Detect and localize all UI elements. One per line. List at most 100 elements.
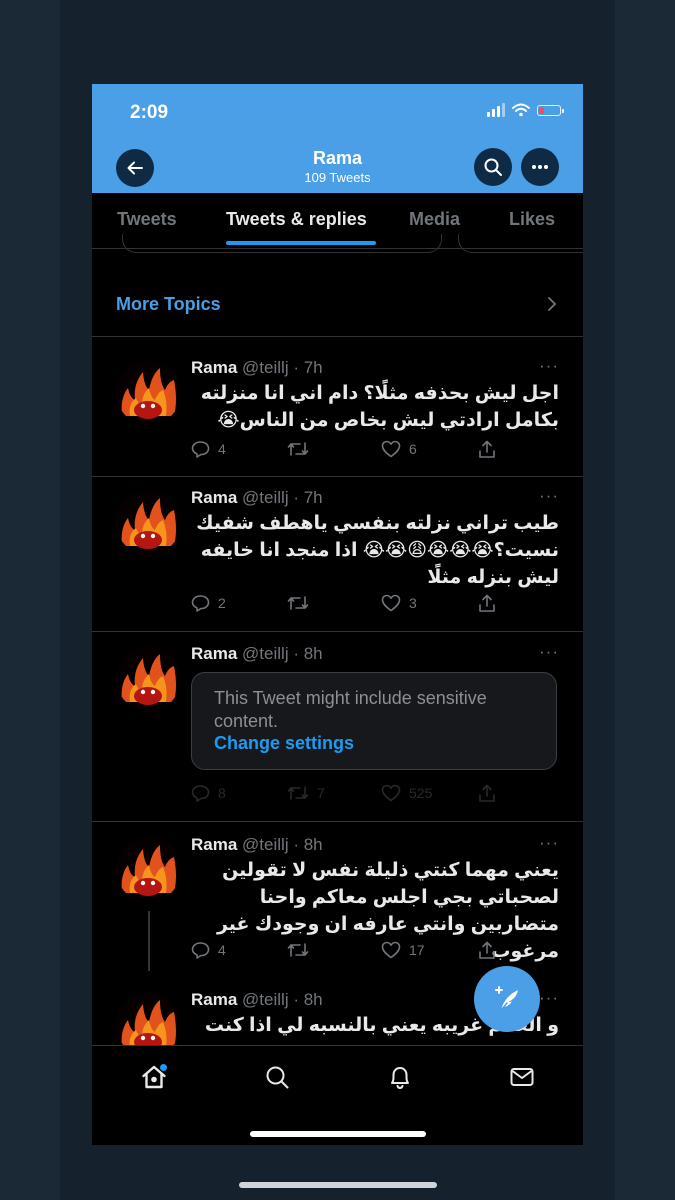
tab-tweets-and-replies[interactable]: Tweets & replies — [226, 209, 367, 230]
like-count: 17 — [409, 942, 425, 958]
tweet-author-name[interactable]: Rama — [191, 990, 237, 1009]
tab-media[interactable]: Media — [409, 209, 460, 230]
share-button[interactable] — [478, 784, 496, 803]
reply-button[interactable]: 2 — [191, 594, 226, 612]
like-button[interactable]: 3 — [381, 594, 417, 612]
tweet-author-name[interactable]: Rama — [191, 358, 237, 377]
tweet-author-name[interactable]: Rama — [191, 488, 237, 507]
more-topics-label: More Topics — [116, 294, 221, 314]
tweet-actions: 4 6 — [191, 440, 501, 464]
tweet-author-name[interactable]: Rama — [191, 835, 237, 854]
compose-feather-icon — [495, 986, 518, 1011]
tweet-more-button[interactable]: ··· — [539, 833, 559, 853]
sensitive-content-text: This Tweet might include sensitive conte… — [214, 688, 487, 731]
avatar[interactable] — [116, 837, 181, 902]
compose-tweet-button[interactable] — [474, 966, 540, 1032]
tweet-more-button[interactable]: ··· — [539, 642, 559, 662]
avatar[interactable] — [116, 490, 181, 555]
tweet-more-button[interactable]: ··· — [539, 988, 559, 1008]
heart-icon — [381, 941, 401, 959]
tweet-header: Rama @teillj · 7h — [191, 488, 323, 508]
tweet-header: Rama @teillj · 8h — [191, 990, 323, 1010]
nav-search[interactable] — [262, 1062, 292, 1092]
tweet-author-name[interactable]: Rama — [191, 644, 237, 663]
reply-button[interactable]: 8 — [191, 784, 226, 802]
search-icon — [266, 1066, 289, 1089]
tweet-time: · 7h — [293, 358, 323, 377]
share-button[interactable] — [478, 440, 496, 459]
reply-count: 8 — [218, 785, 226, 801]
avatar[interactable] — [116, 992, 181, 1046]
retweet-button[interactable] — [287, 594, 309, 612]
retweet-button[interactable] — [287, 440, 309, 458]
tweet-time: · 8h — [293, 644, 323, 663]
change-settings-link[interactable]: Change settings — [214, 733, 354, 754]
topic-card-edge — [458, 234, 583, 253]
thread-connector — [148, 911, 150, 971]
status-icons — [487, 103, 564, 117]
tweet-item[interactable]: Rama @teillj · 7h ··· اجل ليش بحذفه مثلً… — [92, 336, 583, 477]
signal-icon — [487, 103, 505, 117]
bell-icon — [391, 1067, 409, 1090]
tweet-more-button[interactable]: ··· — [539, 356, 559, 376]
tweet-author-handle: @teillj — [242, 835, 289, 854]
tweet-author-handle: @teillj — [242, 488, 289, 507]
nav-home[interactable] — [139, 1062, 169, 1092]
tab-likes[interactable]: Likes — [509, 209, 555, 230]
share-icon — [479, 440, 495, 458]
reply-count: 2 — [218, 595, 226, 611]
chevron-right-icon — [548, 297, 557, 311]
tweet-more-button[interactable]: ··· — [539, 486, 559, 506]
avatar[interactable] — [116, 646, 181, 711]
reply-count: 4 — [218, 441, 226, 457]
more-topics-row[interactable]: More Topics — [92, 284, 583, 337]
tweet-author-handle: @teillj — [242, 358, 289, 377]
reply-button[interactable]: 4 — [191, 941, 226, 959]
tweet-time: · 8h — [293, 990, 323, 1009]
reply-icon — [191, 441, 210, 458]
reply-button[interactable]: 4 — [191, 440, 226, 458]
retweet-button[interactable]: 7 — [287, 784, 325, 802]
heart-icon — [381, 784, 401, 802]
tweet-actions: 4 17 — [191, 941, 501, 965]
reply-count: 4 — [218, 942, 226, 958]
nav-messages[interactable] — [507, 1062, 537, 1092]
avatar[interactable] — [116, 360, 181, 425]
tweet-item[interactable]: Rama @teillj · 7h ··· طيب تراني نزلته بن… — [92, 476, 583, 632]
battery-icon — [537, 104, 564, 116]
share-icon — [479, 784, 495, 802]
heart-icon — [381, 594, 401, 612]
profile-header: 2:09 Rama 109 Tweets — [92, 84, 583, 193]
tweet-time: · 8h — [293, 835, 323, 854]
share-icon — [479, 594, 495, 612]
like-button[interactable]: 6 — [381, 440, 417, 458]
home-indicator — [250, 1131, 426, 1137]
mail-icon — [510, 1068, 534, 1086]
tweet-author-handle: @teillj — [242, 990, 289, 1009]
wifi-icon — [512, 103, 530, 117]
search-icon — [484, 158, 502, 176]
tweet-actions: 8 7 525 — [191, 784, 501, 808]
share-icon — [479, 941, 495, 959]
search-button[interactable] — [474, 148, 512, 186]
like-button[interactable]: 17 — [381, 941, 425, 959]
reply-icon — [191, 942, 210, 959]
tab-tweets[interactable]: Tweets — [117, 209, 177, 230]
tweet-item[interactable]: Rama @teillj · 8h ··· يعني مهما كنتي ذلي… — [92, 821, 583, 976]
retweet-icon — [287, 943, 309, 957]
notification-dot — [159, 1063, 168, 1072]
nav-notifications[interactable] — [385, 1062, 415, 1092]
retweet-icon — [287, 596, 309, 610]
more-horizontal-icon — [532, 165, 548, 169]
tweet-time: · 7h — [293, 488, 323, 507]
like-button[interactable]: 525 — [381, 784, 432, 802]
heart-icon — [381, 440, 401, 458]
share-button[interactable] — [478, 594, 496, 613]
retweet-button[interactable] — [287, 941, 309, 959]
more-options-button[interactable] — [521, 148, 559, 186]
tweet-header: Rama @teillj · 7h — [191, 358, 323, 378]
tweet-text: طيب تراني نزلته بنفسي ياهطف شفيك نسيت؟😭😭… — [196, 513, 559, 588]
share-button[interactable] — [478, 941, 496, 960]
phone-screen: 2:09 Rama 109 Tweets Tweets Tweets & rep… — [92, 84, 583, 1145]
topic-card-edge — [122, 234, 442, 253]
